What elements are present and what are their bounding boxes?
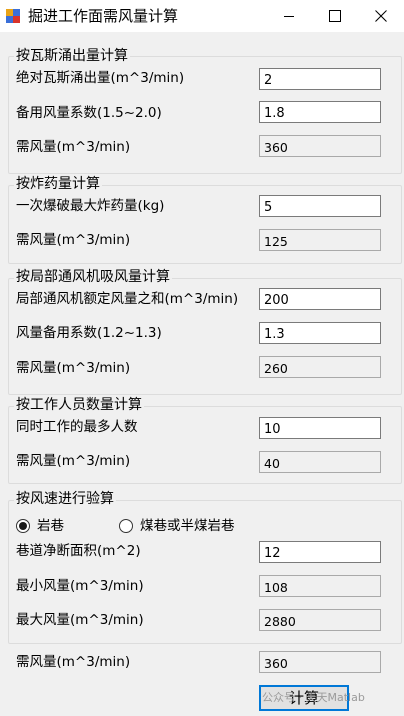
result-need-label: 需风量(m^3/min) [16, 654, 131, 670]
local-fan-coef-input[interactable] [259, 322, 381, 344]
velocity-group-title: 按风速进行验算 [14, 490, 116, 508]
app-icon [6, 9, 20, 23]
personnel-need-label: 需风量(m^3/min) [16, 453, 131, 469]
minimize-button[interactable] [266, 0, 312, 32]
explosive-need-label: 需风量(m^3/min) [16, 232, 131, 248]
close-icon [375, 10, 387, 22]
velocity-area-label: 巷道净断面积(m^2) [16, 543, 141, 559]
velocity-area-input[interactable] [259, 541, 381, 563]
gas-group-title: 按瓦斯涌出量计算 [14, 47, 130, 65]
window-title: 掘进工作面需风量计算 [28, 7, 179, 25]
gas-coef-input[interactable] [259, 101, 381, 123]
rock-radio[interactable] [16, 519, 30, 533]
result-need-output [259, 651, 381, 673]
velocity-max-label: 最大风量(m^3/min) [16, 612, 144, 628]
rock-radio-label[interactable]: 岩巷 [37, 517, 64, 535]
maximize-button[interactable] [312, 0, 358, 32]
personnel-need-output [259, 451, 381, 473]
gas-coef-label: 备用风量系数(1.5~2.0) [16, 105, 162, 121]
maximize-icon [329, 10, 341, 22]
explosive-max-input[interactable] [259, 195, 381, 217]
local-fan-coef-label: 风量备用系数(1.2~1.3) [16, 325, 162, 341]
gas-need-label: 需风量(m^3/min) [16, 139, 131, 155]
coal-radio[interactable] [119, 519, 133, 533]
local-fan-group-title: 按局部通风机吸风量计算 [14, 268, 172, 286]
gas-need-output [259, 135, 381, 157]
local-fan-need-label: 需风量(m^3/min) [16, 360, 131, 376]
coal-radio-label[interactable]: 煤巷或半煤岩巷 [140, 517, 235, 535]
watermark: 公众号 · 天天Matlab [262, 691, 365, 704]
explosive-group-title: 按炸药量计算 [14, 175, 102, 193]
personnel-group-title: 按工作人员数量计算 [14, 396, 144, 414]
velocity-min-label: 最小风量(m^3/min) [16, 578, 144, 594]
close-button[interactable] [358, 0, 404, 32]
radio-selected-dot [19, 522, 27, 530]
personnel-max-label: 同时工作的最多人数 [16, 419, 138, 435]
local-fan-rated-label: 局部通风机额定风量之和(m^3/min) [16, 291, 239, 307]
personnel-max-input[interactable] [259, 417, 381, 439]
velocity-max-output [259, 609, 381, 631]
gas-abs-label: 绝对瓦斯涌出量(m^3/min) [16, 70, 185, 86]
explosive-max-label: 一次爆破最大炸药量(kg) [16, 198, 165, 214]
velocity-min-output [259, 575, 381, 597]
explosive-need-output [259, 229, 381, 251]
gas-abs-input[interactable] [259, 68, 381, 90]
local-fan-rated-input[interactable] [259, 288, 381, 310]
title-bar: 掘进工作面需风量计算 [0, 0, 404, 32]
minimize-icon [284, 16, 294, 17]
local-fan-need-output [259, 356, 381, 378]
